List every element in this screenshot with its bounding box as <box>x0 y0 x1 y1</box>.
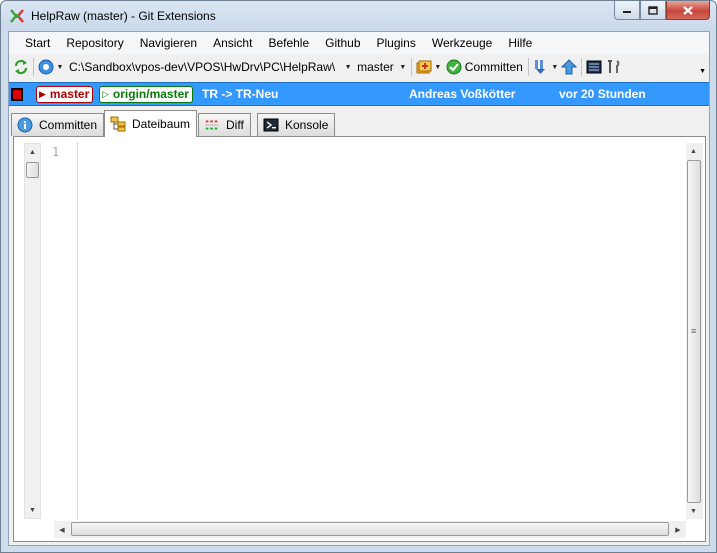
recent-repos-dropdown-button[interactable]: ▼ <box>55 58 65 76</box>
scroll-right-arrow-icon[interactable]: ▶ <box>670 521 686 538</box>
stash-icon <box>416 60 432 74</box>
dashboard-button[interactable] <box>37 58 55 76</box>
refresh-button[interactable] <box>12 58 30 76</box>
toolbar-separator <box>33 58 34 76</box>
pull-dropdown-button[interactable]: ▼ <box>550 58 560 76</box>
maximize-button[interactable] <box>640 1 666 20</box>
tab-committen[interactable]: Committen <box>11 113 105 136</box>
scroll-thumb[interactable] <box>71 522 669 536</box>
dashboard-icon <box>38 59 54 75</box>
line-number: 1 <box>52 145 60 159</box>
tab-konsole-label: Konsole <box>285 118 329 132</box>
scroll-down-arrow-icon[interactable]: ▼ <box>25 502 40 518</box>
stash-dropdown-button[interactable]: ▼ <box>433 58 443 76</box>
remote-branch-arrow-icon: ▷ <box>102 89 109 99</box>
chevron-down-icon: ▼ <box>56 63 64 71</box>
commit-button-icon-wrap[interactable] <box>445 58 463 76</box>
tab-diff[interactable]: Diff <box>198 113 251 136</box>
minimize-button[interactable] <box>614 1 640 20</box>
menu-plugins[interactable]: Plugins <box>369 32 424 54</box>
minimize-icon <box>623 11 631 13</box>
toolbar-overflow-icon[interactable]: ▼ <box>699 68 706 75</box>
remote-branch-badge: ▷ origin/master <box>99 86 193 103</box>
git-extensions-logo-icon <box>10 9 24 23</box>
chevron-down-icon: ▼ <box>551 63 559 71</box>
commit-info-bar[interactable]: ▶ master ▷ origin/master TR -> TR-Neu An… <box>9 82 709 106</box>
menu-befehle[interactable]: Befehle <box>260 32 317 54</box>
menu-werkzeuge[interactable]: Werkzeuge <box>424 32 500 54</box>
close-icon <box>683 5 693 15</box>
menu-bar: Start Repository Navigieren Ansicht Befe… <box>9 32 709 54</box>
toolbar-separator <box>580 58 582 76</box>
commit-button[interactable]: Committen <box>463 60 525 74</box>
terminal-icon <box>586 60 602 74</box>
graph-node-icon <box>11 88 23 101</box>
branch-arrow-icon: ▶ <box>39 89 46 99</box>
push-button[interactable] <box>560 58 578 76</box>
info-icon <box>17 117 33 133</box>
tab-strip: Committen Dateibaum Diff Konsole <box>9 110 709 137</box>
menu-hilfe[interactable]: Hilfe <box>500 32 540 54</box>
chevron-down-icon: ▼ <box>399 63 407 71</box>
console-icon <box>263 117 279 133</box>
chevron-down-icon: ▼ <box>344 63 352 71</box>
file-tree-panel: ▲ ▼ 1 ▲ ≡ ▼ ◀ ▶ <box>13 136 706 542</box>
menu-navigieren[interactable]: Navigieren <box>132 32 205 54</box>
tab-dateibaum-label: Dateibaum <box>132 117 191 131</box>
chevron-down-icon: ▼ <box>434 63 442 71</box>
git-bash-button[interactable] <box>585 58 603 76</box>
push-arrow-icon <box>560 59 577 75</box>
maximize-icon <box>648 5 658 15</box>
close-button[interactable] <box>666 1 710 20</box>
client-area: Start Repository Navigieren Ansicht Befe… <box>8 31 710 546</box>
gutter-divider <box>77 143 78 519</box>
menu-ansicht[interactable]: Ansicht <box>205 32 260 54</box>
stash-button[interactable] <box>415 58 433 76</box>
commit-message: TR -> TR-Neu <box>202 87 279 101</box>
diff-icon <box>204 117 220 133</box>
branch-dropdown-button[interactable]: ▼ <box>398 58 408 76</box>
pull-button[interactable] <box>532 58 550 76</box>
title-bar[interactable]: HelpRaw (master) - Git Extensions <box>1 1 716 31</box>
tab-diff-label: Diff <box>226 118 244 132</box>
scroll-up-arrow-icon[interactable]: ▲ <box>25 144 40 160</box>
tab-committen-label: Committen <box>39 118 98 132</box>
local-branch-label: master <box>49 87 90 101</box>
file-tree-icon <box>110 116 126 132</box>
settings-button[interactable] <box>605 58 623 76</box>
tab-konsole[interactable]: Konsole <box>257 113 336 136</box>
commit-author: Andreas Voßkötter <box>409 87 516 101</box>
toolbar-separator <box>410 58 412 76</box>
repository-path[interactable]: C:\Sandbox\vpos-dev\VPOS\HwDrv\PC\HelpRa… <box>67 60 337 74</box>
app-window: HelpRaw (master) - Git Extensions Start … <box>0 0 717 553</box>
local-branch-badge: ▶ master <box>36 86 94 103</box>
toolbar-separator <box>527 58 529 76</box>
remote-branch-label: origin/master <box>112 87 189 101</box>
branch-selector[interactable]: master <box>355 60 396 74</box>
caption-buttons <box>614 1 710 21</box>
scroll-grip-icon: ≡ <box>691 326 697 336</box>
refresh-icon <box>14 59 28 75</box>
check-circle-icon <box>446 59 462 75</box>
scroll-left-arrow-icon[interactable]: ◀ <box>54 521 70 538</box>
scroll-thumb[interactable]: ≡ <box>687 160 701 503</box>
file-list-vertical-scrollbar[interactable]: ▲ ▼ <box>24 143 41 519</box>
window-title: HelpRaw (master) - Git Extensions <box>31 9 216 23</box>
menu-github[interactable]: Github <box>317 32 368 54</box>
editor-horizontal-scrollbar[interactable]: ◀ ▶ <box>54 521 686 538</box>
commit-date: vor 20 Stunden <box>559 87 646 101</box>
menu-start[interactable]: Start <box>17 32 58 54</box>
tab-dateibaum[interactable]: Dateibaum <box>104 110 198 137</box>
scroll-thumb[interactable] <box>26 162 39 178</box>
menu-repository[interactable]: Repository <box>58 32 131 54</box>
editor-vertical-scrollbar[interactable]: ▲ ≡ ▼ <box>686 143 703 519</box>
toolbar: ▼ C:\Sandbox\vpos-dev\VPOS\HwDrv\PC\Help… <box>9 54 709 80</box>
path-dropdown-button[interactable]: ▼ <box>343 58 353 76</box>
scroll-down-arrow-icon[interactable]: ▼ <box>686 503 701 519</box>
scroll-up-arrow-icon[interactable]: ▲ <box>686 143 701 159</box>
wrench-icon <box>607 60 620 73</box>
pull-icon <box>534 60 545 74</box>
